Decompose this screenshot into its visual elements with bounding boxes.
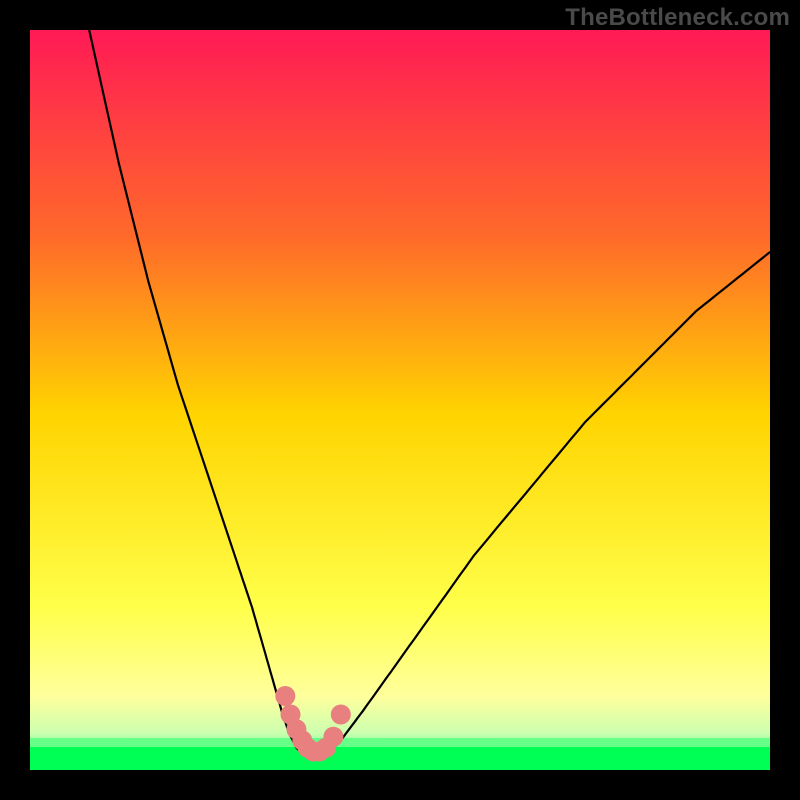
attribution-text: TheBottleneck.com (565, 4, 790, 32)
chart-frame: TheBottleneck.com (0, 0, 800, 800)
green-good-zone (30, 747, 770, 770)
marker-dot (323, 727, 343, 747)
marker-dot (275, 686, 295, 706)
marker-dot (331, 705, 351, 725)
green-good-zone-edge (30, 738, 770, 747)
bottleneck-chart (30, 30, 770, 770)
